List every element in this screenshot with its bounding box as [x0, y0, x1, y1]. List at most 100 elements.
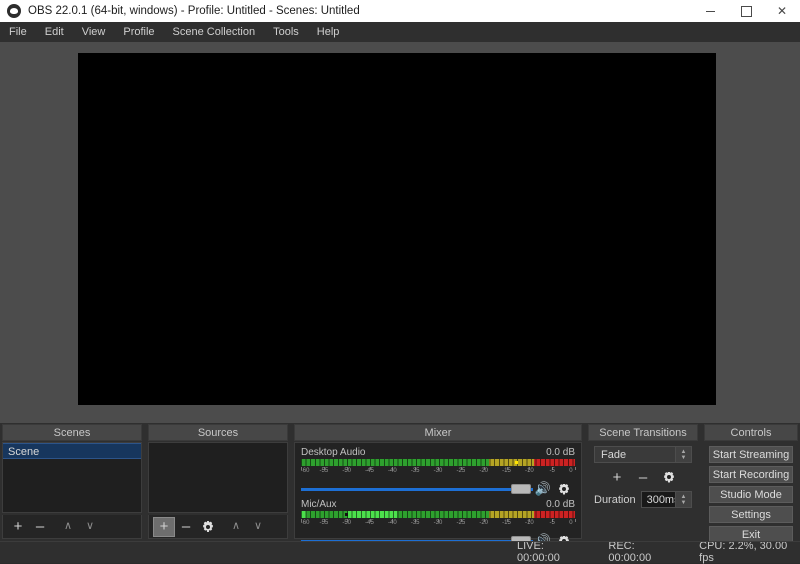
- scale-label: -20: [479, 520, 488, 526]
- window-title: OBS 22.0.1 (64-bit, windows) - Profile: …: [28, 5, 360, 17]
- scene-transitions-dock: Scene Transitions Fade ▲ ▼ + – Duration 3: [586, 423, 700, 541]
- spinner-icon[interactable]: ▲ ▼: [675, 492, 691, 507]
- scale-label: -35: [410, 520, 420, 526]
- window-controls: ✕: [692, 0, 800, 22]
- scale-label: -15: [502, 468, 511, 474]
- mixer-body: Desktop Audio 0.0 dB -60 -55 -50 -45 -40 -35-…: [294, 442, 582, 548]
- scale-label: -50: [342, 520, 351, 526]
- add-scene-button[interactable]: +: [7, 517, 29, 537]
- remove-scene-button[interactable]: –: [29, 517, 51, 537]
- mixer-source-name: Desktop Audio: [301, 447, 366, 458]
- mixer-source-db: 0.0 dB: [546, 499, 575, 510]
- status-bar: LIVE: 00:00:00 REC: 00:00:00 CPU: 2.2%, …: [0, 540, 800, 564]
- list-item[interactable]: Scene: [3, 443, 141, 459]
- scale-label: -30: [433, 520, 443, 526]
- scale-tick: [575, 467, 576, 470]
- move-source-up-button[interactable]: ∧: [225, 517, 247, 537]
- source-properties-button[interactable]: [197, 517, 219, 537]
- live-timer: LIVE: 00:00:00: [517, 540, 560, 564]
- mixer-source-desktop-audio: Desktop Audio 0.0 dB -60 -55 -50 -45 -40 -35-…: [300, 447, 576, 497]
- duration-label: Duration: [594, 493, 636, 506]
- transitions-dock-title: Scene Transitions: [588, 424, 698, 441]
- sources-list[interactable]: [148, 442, 288, 513]
- minimize-button[interactable]: [692, 0, 728, 22]
- add-source-button[interactable]: +: [153, 516, 175, 537]
- studio-mode-button[interactable]: Studio Mode: [709, 486, 793, 503]
- controls-dock-title: Controls: [704, 424, 798, 441]
- scale-label: -50: [342, 468, 351, 474]
- menu-file[interactable]: File: [0, 22, 36, 42]
- menu-bar: File Edit View Profile Scene Collection …: [0, 22, 800, 42]
- obs-logo-icon: [7, 4, 21, 18]
- meter-scale: -60 -55 -50 -45 -40 -35 -30 -25 -20 -15 -10 -5 0: [300, 519, 576, 528]
- mixer-dock-title: Mixer: [294, 424, 582, 441]
- transition-selected-value: Fade: [601, 448, 627, 461]
- gear-icon: [559, 484, 570, 495]
- meter-scale: -60 -55 -50 -45 -40 -35 -30 -25 -20 -15 -10 -5 0: [300, 467, 576, 476]
- remove-transition-button[interactable]: –: [630, 467, 656, 487]
- controls-dock: Controls Start Streaming Start Recording…: [702, 423, 800, 543]
- menu-help[interactable]: Help: [308, 22, 349, 42]
- rec-timer: REC: 00:00:00: [608, 540, 652, 564]
- scale-label: -20: [479, 468, 488, 474]
- transition-buttons: + –: [594, 467, 692, 487]
- remove-source-button[interactable]: –: [175, 517, 197, 537]
- sources-toolbar: + – ∧ ∨: [148, 515, 288, 539]
- transition-select[interactable]: Fade ▲ ▼: [594, 446, 692, 463]
- duration-row: Duration 300ms ▲ ▼: [594, 491, 692, 508]
- scale-label: -60: [300, 520, 310, 526]
- add-transition-button[interactable]: +: [604, 467, 630, 487]
- scale-label: -15: [502, 520, 511, 526]
- move-scene-up-button[interactable]: ∧: [57, 517, 79, 537]
- scale-label: -45: [365, 520, 374, 526]
- mixer-source-name: Mic/Aux: [301, 499, 337, 510]
- scale-tick: [575, 519, 576, 522]
- move-scene-down-button[interactable]: ∨: [79, 517, 101, 537]
- duration-input[interactable]: 300ms ▲ ▼: [640, 491, 692, 508]
- volume-row: 🔊: [301, 481, 575, 497]
- scale-label: -60: [300, 468, 310, 474]
- sources-dock: Sources + – ∧ ∨: [146, 423, 290, 541]
- peak-indicator: [344, 513, 348, 516]
- audio-settings-button[interactable]: [553, 484, 575, 495]
- scenes-dock-title: Scenes: [2, 424, 142, 441]
- transition-properties-button[interactable]: [656, 467, 682, 487]
- scale-label: -5: [549, 468, 555, 474]
- gear-icon: [664, 472, 675, 483]
- start-streaming-button[interactable]: Start Streaming: [709, 446, 793, 463]
- maximize-button[interactable]: [728, 0, 764, 22]
- scenes-toolbar: + – ∧ ∨: [2, 515, 142, 539]
- scale-label: -25: [456, 520, 466, 526]
- scale-label: -5: [549, 520, 555, 526]
- preview-area: [0, 42, 800, 423]
- move-source-down-button[interactable]: ∨: [247, 517, 269, 537]
- title-bar: OBS 22.0.1 (64-bit, windows) - Profile: …: [0, 0, 800, 22]
- volume-slider[interactable]: [301, 481, 533, 497]
- menu-view[interactable]: View: [73, 22, 115, 42]
- preview-canvas[interactable]: [78, 53, 716, 405]
- menu-edit[interactable]: Edit: [36, 22, 73, 42]
- start-recording-button[interactable]: Start Recording: [709, 466, 793, 483]
- mixer-dock: Mixer Desktop Audio 0.0 dB -60 -55 -50 -45-: [292, 423, 584, 548]
- settings-button[interactable]: Settings: [709, 506, 793, 523]
- scale-label: -55: [319, 468, 329, 474]
- scale-label: -55: [319, 520, 329, 526]
- scale-label: 0: [569, 468, 573, 474]
- close-button[interactable]: ✕: [764, 0, 800, 22]
- scale-label: -10: [524, 468, 534, 474]
- menu-profile[interactable]: Profile: [114, 22, 163, 42]
- scale-label: -25: [456, 468, 466, 474]
- speaker-icon[interactable]: 🔊: [533, 481, 553, 497]
- cpu-usage: CPU: 2.2%, 30.00 fps: [699, 540, 788, 564]
- audio-meter: [301, 459, 575, 466]
- peak-indicator: [514, 461, 518, 464]
- dock-row: Scenes Scene + – ∧ ∨ Sources + – ∧ ∨ Mix…: [0, 423, 800, 548]
- menu-scene-collection[interactable]: Scene Collection: [164, 22, 265, 42]
- menu-tools[interactable]: Tools: [264, 22, 308, 42]
- gear-icon: [203, 521, 214, 532]
- spinner-icon[interactable]: ▲ ▼: [675, 447, 691, 462]
- mixer-source-db: 0.0 dB: [546, 447, 575, 458]
- scenes-list[interactable]: Scene: [2, 442, 142, 513]
- scale-label: -45: [365, 468, 374, 474]
- scale-label: 0: [569, 520, 573, 526]
